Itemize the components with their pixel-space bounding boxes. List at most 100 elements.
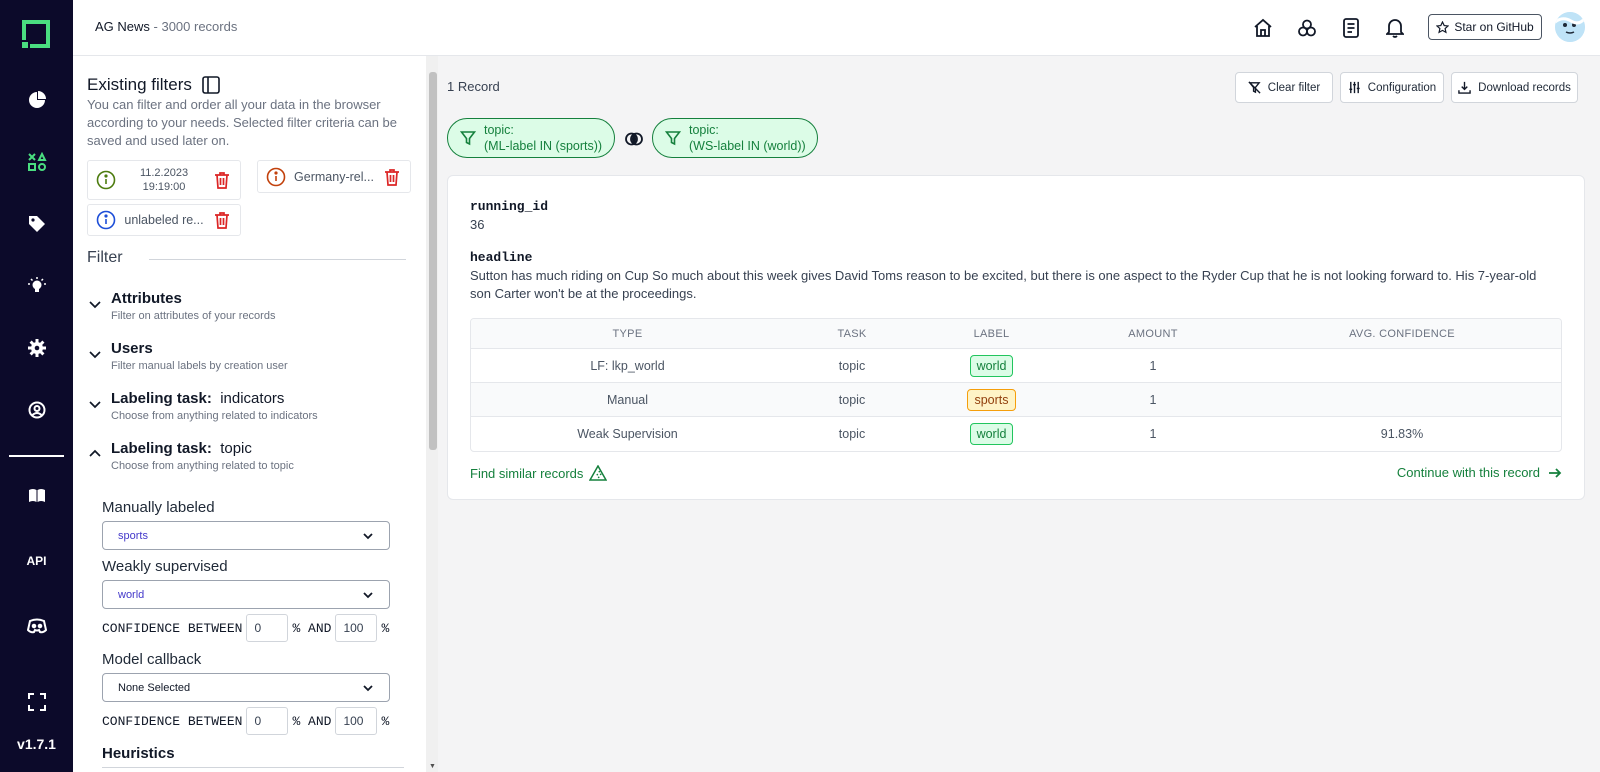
percent-label: % <box>381 620 390 636</box>
record-card: running_id 36 headline Sutton has much r… <box>447 175 1585 500</box>
ws-confidence-max-input[interactable]: 100 <box>335 614 378 642</box>
section-title-prefix: Labeling task: <box>111 390 212 407</box>
nav-data-browser[interactable] <box>0 142 73 182</box>
download-records-button[interactable]: Download records <box>1451 72 1578 103</box>
nav-account[interactable] <box>0 390 73 430</box>
saved-filter-label: 11.2.2023 19:19:00 <box>116 166 212 194</box>
clear-filter-button[interactable]: Clear filter <box>1235 72 1333 103</box>
find-similar-records-link[interactable]: Find similar records <box>470 465 608 481</box>
filter-panel-scrollbar[interactable]: ▼ <box>426 56 438 772</box>
download-records-label: Download records <box>1478 81 1571 94</box>
table-header-row: TYPE TASK LABEL AMOUNT AVG. CONFIDENCE <box>471 319 1561 349</box>
clear-filter-label: Clear filter <box>1267 81 1321 94</box>
weakly-supervised-select[interactable]: world <box>102 580 390 609</box>
nav-settings[interactable] <box>0 328 73 368</box>
section-title-prefix: Labeling task: <box>111 440 212 457</box>
project-title: AG News - 3000 records <box>95 19 237 34</box>
confidence-between-label: CONFIDENCE BETWEEN <box>102 713 243 729</box>
manually-labeled-select[interactable]: sports <box>102 521 390 550</box>
shapes-icon <box>27 152 47 171</box>
intersection-icon[interactable] <box>624 129 644 149</box>
scrollbar-thumb[interactable] <box>429 72 437 450</box>
model-callback-label: Model callback <box>102 651 202 668</box>
info-icon <box>96 210 116 230</box>
active-filter-pill-ml[interactable]: topic: (ML-label IN (sports)) <box>447 118 615 158</box>
similarity-triangle-icon <box>589 465 608 481</box>
user-circle-icon <box>28 401 45 419</box>
percent-label: % <box>381 713 390 729</box>
pie-chart-icon <box>28 91 46 108</box>
col-header-avg-confidence: AVG. CONFIDENCE <box>1243 319 1561 349</box>
mc-confidence-min-input[interactable]: 0 <box>246 707 289 735</box>
cell-task: topic <box>838 427 866 441</box>
book-icon <box>28 489 45 502</box>
home-button[interactable] <box>1251 16 1275 40</box>
field-key-headline: headline <box>470 250 533 265</box>
saved-filter-chip-unlabeled[interactable]: unlabeled re... <box>87 204 241 236</box>
chevron-down-icon <box>89 401 101 409</box>
trash-icon[interactable] <box>382 167 402 187</box>
cell-task: topic <box>784 383 920 417</box>
section-title: Users <box>111 340 153 357</box>
heuristics-heading[interactable]: Heuristics <box>102 745 175 762</box>
weakly-supervised-label: Weakly supervised <box>102 558 228 575</box>
section-title: Labeling task: indicators <box>111 390 284 407</box>
chevron-down-icon <box>363 684 373 691</box>
cell-task: topic <box>784 349 920 383</box>
continue-label: Continue with this record <box>1396 465 1540 480</box>
sidebar-toggle-icon[interactable] <box>202 76 220 94</box>
continue-with-record-link[interactable]: Continue with this record <box>1397 465 1562 480</box>
trash-icon[interactable] <box>212 170 232 190</box>
section-title: Labeling task: topic <box>111 440 252 457</box>
github-star-button[interactable]: Star on GitHub <box>1428 14 1542 40</box>
document-icon <box>1343 18 1359 38</box>
filter-pill-text: topic: (ML-label IN (sports)) <box>484 122 602 154</box>
projects-button[interactable] <box>1295 16 1319 40</box>
notes-button[interactable] <box>1339 16 1363 40</box>
cell-type: Weak Supervision <box>577 427 678 441</box>
section-title: Attributes <box>111 290 182 307</box>
saved-filter-chip-germany[interactable]: Germany-rel... <box>257 160 411 193</box>
field-value-headline: Sutton has much riding on Cup So much ab… <box>470 268 1537 301</box>
cell-label: sports <box>920 383 1063 417</box>
field-value-running-id: 36 <box>470 217 485 232</box>
project-record-count: 3000 records <box>161 19 238 34</box>
ws-confidence-min-input[interactable]: 0 <box>246 614 289 642</box>
chevron-down-icon <box>363 591 373 598</box>
nav-overview[interactable] <box>0 80 73 120</box>
section-subtitle: Filter on attributes of your records <box>111 310 276 322</box>
kern-logo-icon[interactable] <box>20 18 52 50</box>
top-bar: AG News - 3000 records Star on GitHub <box>73 0 1600 56</box>
heuristics-divider <box>102 767 404 768</box>
nav-fullscreen[interactable] <box>0 682 73 722</box>
nav-discord[interactable] <box>0 606 73 646</box>
model-callback-select[interactable]: None Selected <box>102 673 390 702</box>
col-header-type: TYPE <box>471 319 784 349</box>
scroll-down-arrow-icon[interactable]: ▼ <box>429 763 436 770</box>
table-row: LF: lkp_world topic world 1 <box>471 349 1561 383</box>
filter-pill-condition: (WS-label IN (world)) <box>689 139 806 153</box>
nav-docs[interactable] <box>0 476 73 516</box>
section-subtitle: Filter manual labels by creation user <box>111 360 288 372</box>
mc-confidence-max-input[interactable]: 100 <box>335 707 378 735</box>
existing-filters-description: You can filter and order all your data i… <box>87 97 398 148</box>
label-badge: world <box>969 423 1014 445</box>
notifications-button[interactable] <box>1383 16 1407 40</box>
saved-filter-label: unlabeled re... <box>124 213 204 227</box>
existing-filters-header: Existing filters <box>87 75 220 95</box>
fullscreen-icon <box>27 693 46 711</box>
active-filter-pill-ws[interactable]: topic: (WS-label IN (world)) <box>652 118 818 158</box>
nav-labeling[interactable] <box>0 204 73 244</box>
filter-off-icon <box>1248 81 1261 94</box>
cell-confidence: 91.83% <box>1380 427 1424 441</box>
saved-filter-chip-datetime[interactable]: 11.2.2023 19:19:00 <box>87 160 241 200</box>
field-key-running-id: running_id <box>470 199 549 214</box>
nav-api[interactable]: API <box>0 541 73 581</box>
trash-icon[interactable] <box>212 210 232 230</box>
mc-confidence-range: CONFIDENCE BETWEEN 0 % AND 100 % <box>102 707 389 735</box>
sliders-icon <box>1349 81 1360 94</box>
configuration-button[interactable]: Configuration <box>1340 72 1444 103</box>
nav-heuristics[interactable] <box>0 266 73 306</box>
lightbulb-icon <box>27 277 46 292</box>
user-avatar[interactable] <box>1555 12 1585 42</box>
